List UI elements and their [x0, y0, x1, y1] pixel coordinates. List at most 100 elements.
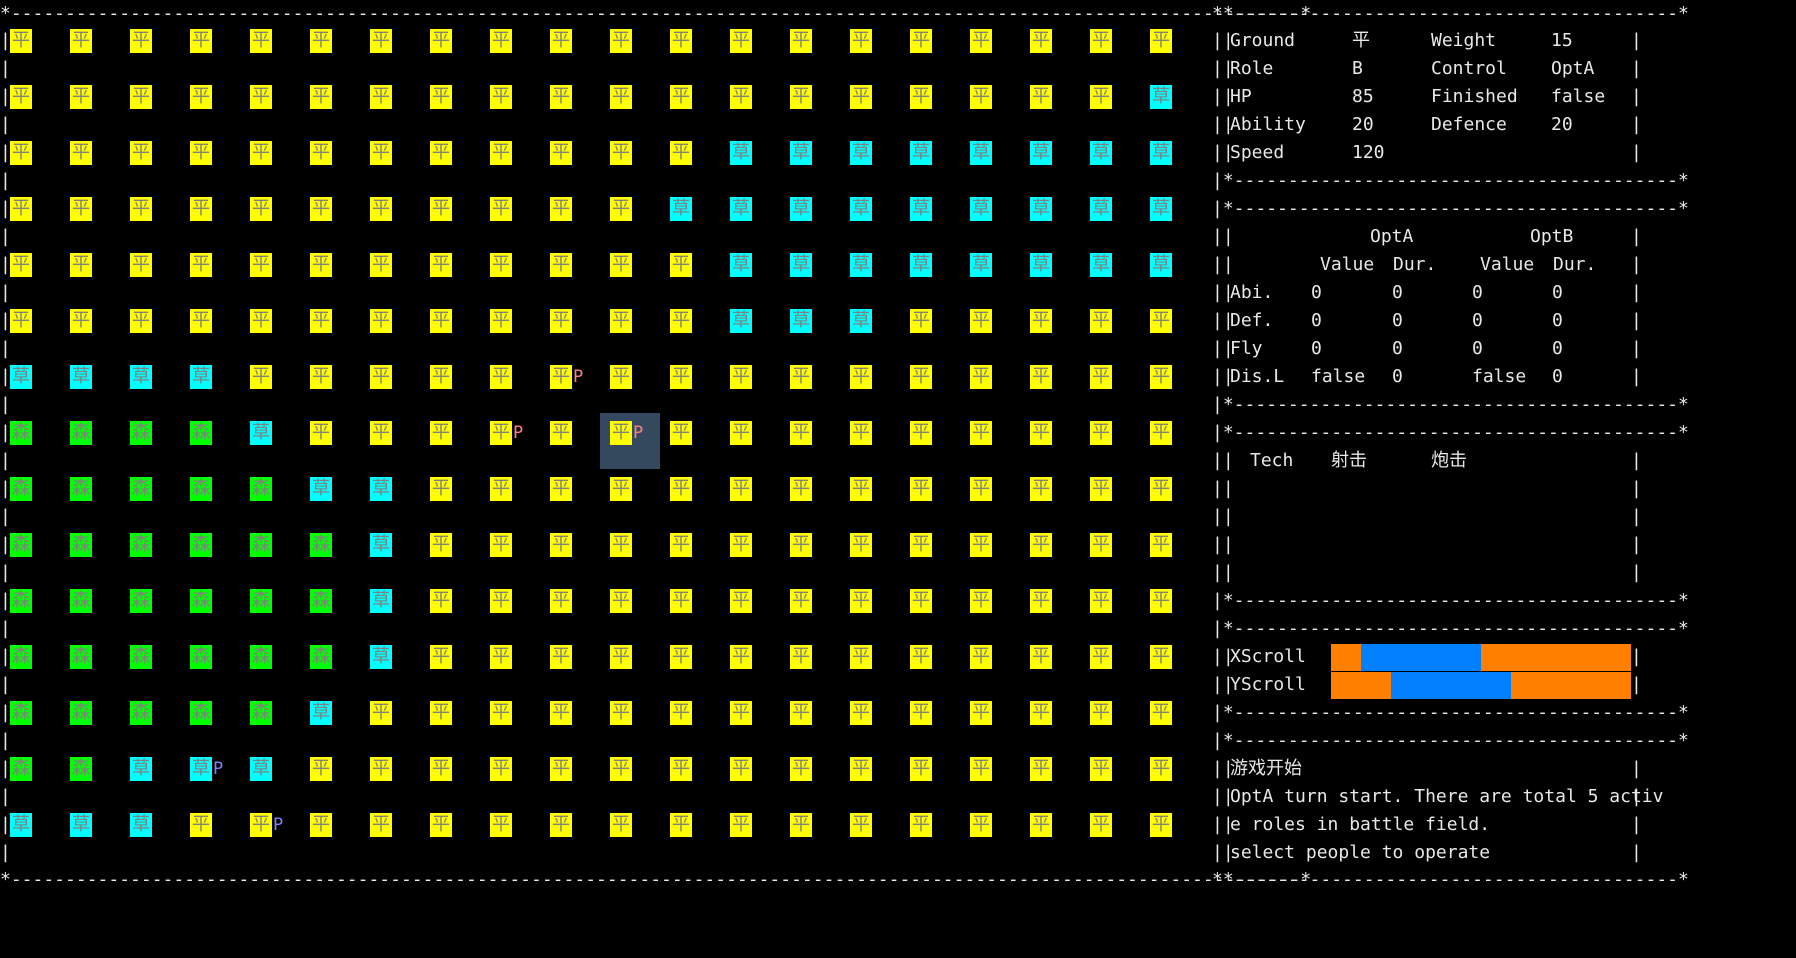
map-tile[interactable]: 平	[730, 477, 752, 501]
map-tile[interactable]: 平	[370, 365, 392, 389]
map-tile[interactable]: 平	[190, 141, 212, 165]
map-tile[interactable]: 草	[1090, 253, 1112, 277]
map-tile[interactable]: 平	[670, 477, 692, 501]
map-tile[interactable]: 平	[1150, 589, 1172, 613]
map-tile[interactable]: 平	[850, 85, 872, 109]
map-tile[interactable]: 平	[790, 645, 812, 669]
map-tile[interactable]: 草	[1030, 141, 1052, 165]
map-tile[interactable]: 草	[1150, 253, 1172, 277]
map-tile[interactable]: 草	[70, 813, 92, 837]
map-tile[interactable]: 森	[70, 477, 92, 501]
map-tile[interactable]: 平	[490, 253, 512, 277]
map-tile[interactable]: 平	[1030, 309, 1052, 333]
map-tile[interactable]: 平	[370, 253, 392, 277]
map-tile[interactable]: 平	[610, 533, 632, 557]
map-tile[interactable]: 平	[1090, 645, 1112, 669]
map-tile[interactable]: 平	[790, 533, 812, 557]
map-tile[interactable]: 草	[130, 365, 152, 389]
map-tile[interactable]: 森	[10, 645, 32, 669]
map-tile[interactable]: 平	[790, 29, 812, 53]
map-tile[interactable]: 平	[910, 645, 932, 669]
map-tile[interactable]: 平	[970, 533, 992, 557]
map-tile[interactable]: 平	[790, 813, 812, 837]
map-tile[interactable]: 平	[250, 365, 272, 389]
map-tile[interactable]: 草	[910, 197, 932, 221]
map-tile[interactable]: 平	[310, 253, 332, 277]
map-tile[interactable]: 平	[490, 645, 512, 669]
map-tile[interactable]: 平	[1030, 533, 1052, 557]
map-tile[interactable]: 森	[70, 421, 92, 445]
map-tile[interactable]: 平	[430, 477, 452, 501]
map-tile[interactable]: 平	[670, 365, 692, 389]
map-tile[interactable]: 森	[10, 533, 32, 557]
map-tile[interactable]: 平	[370, 141, 392, 165]
map-tile[interactable]: 平	[10, 85, 32, 109]
map-tile[interactable]: 平	[850, 29, 872, 53]
map-tile[interactable]: 森	[190, 589, 212, 613]
map-tile[interactable]: 平	[730, 701, 752, 725]
map-tile[interactable]: 草	[190, 757, 212, 781]
map-tile[interactable]: 森	[310, 645, 332, 669]
map-tile[interactable]: 平	[1030, 29, 1052, 53]
map-tile[interactable]: 平	[490, 85, 512, 109]
map-tile[interactable]: 平	[670, 589, 692, 613]
map-tile[interactable]: 草	[850, 253, 872, 277]
map-tile[interactable]: 平	[970, 421, 992, 445]
map-tile[interactable]: 平	[130, 141, 152, 165]
map-tile[interactable]: 平	[850, 533, 872, 557]
map-tile[interactable]: 草	[1150, 141, 1172, 165]
map-tile[interactable]: 平	[190, 309, 212, 333]
map-tile[interactable]: 森	[190, 701, 212, 725]
map-tile[interactable]: 平	[190, 813, 212, 837]
map-tile[interactable]: 平	[10, 197, 32, 221]
map-tile[interactable]: 平	[250, 197, 272, 221]
map-tile[interactable]: 平	[490, 477, 512, 501]
map-tile[interactable]: 平	[970, 309, 992, 333]
map-tile[interactable]: 平	[910, 477, 932, 501]
map-tile[interactable]: 森	[190, 533, 212, 557]
map-tile[interactable]: 平	[1030, 85, 1052, 109]
map-tile[interactable]: 草	[130, 757, 152, 781]
map-tile[interactable]: 平	[550, 645, 572, 669]
map-tile[interactable]: 平	[970, 757, 992, 781]
map-tile[interactable]: 森	[190, 477, 212, 501]
map-tile[interactable]: 平	[490, 197, 512, 221]
map-tile[interactable]: 平	[130, 85, 152, 109]
map-tile[interactable]: 平	[370, 197, 392, 221]
map-tile[interactable]: 平	[910, 365, 932, 389]
map-tile[interactable]: 平	[790, 365, 812, 389]
map-tile[interactable]: 平	[250, 813, 272, 837]
map-tile[interactable]: 平	[370, 757, 392, 781]
map-tile[interactable]: 平	[310, 757, 332, 781]
map-tile[interactable]: 草	[730, 197, 752, 221]
map-tile[interactable]: 平	[490, 29, 512, 53]
map-tile[interactable]: 平	[670, 813, 692, 837]
map-tile[interactable]: 平	[610, 85, 632, 109]
map-tile[interactable]: 平	[310, 813, 332, 837]
map-tile[interactable]: 平	[910, 421, 932, 445]
map-tile[interactable]: 平	[490, 757, 512, 781]
map-tile[interactable]: 平	[70, 309, 92, 333]
map-tile[interactable]: 平	[1090, 309, 1112, 333]
map-tile[interactable]: 森	[10, 701, 32, 725]
map-tile[interactable]: 平	[550, 29, 572, 53]
map-tile[interactable]: 森	[250, 533, 272, 557]
map-tile[interactable]: 平	[550, 533, 572, 557]
map-tile[interactable]: 平	[190, 29, 212, 53]
map-tile[interactable]: 平	[910, 85, 932, 109]
map-tile[interactable]: 平	[430, 813, 452, 837]
map-tile[interactable]: 平	[370, 29, 392, 53]
map-tile[interactable]: 平	[550, 85, 572, 109]
map-tile[interactable]: 森	[130, 701, 152, 725]
unit-marker[interactable]: P	[273, 813, 283, 837]
map-tile[interactable]: 平	[1150, 701, 1172, 725]
map-tile[interactable]: 平	[550, 421, 572, 445]
map-tile[interactable]: 平	[250, 29, 272, 53]
map-tile[interactable]: 平	[610, 645, 632, 669]
map-tile[interactable]: 平	[310, 365, 332, 389]
map-tile[interactable]: 平	[370, 85, 392, 109]
map-tile[interactable]: 平	[610, 197, 632, 221]
map-tile[interactable]: 平	[670, 141, 692, 165]
map-tile[interactable]: 平	[970, 645, 992, 669]
map-tile[interactable]: 平	[190, 253, 212, 277]
